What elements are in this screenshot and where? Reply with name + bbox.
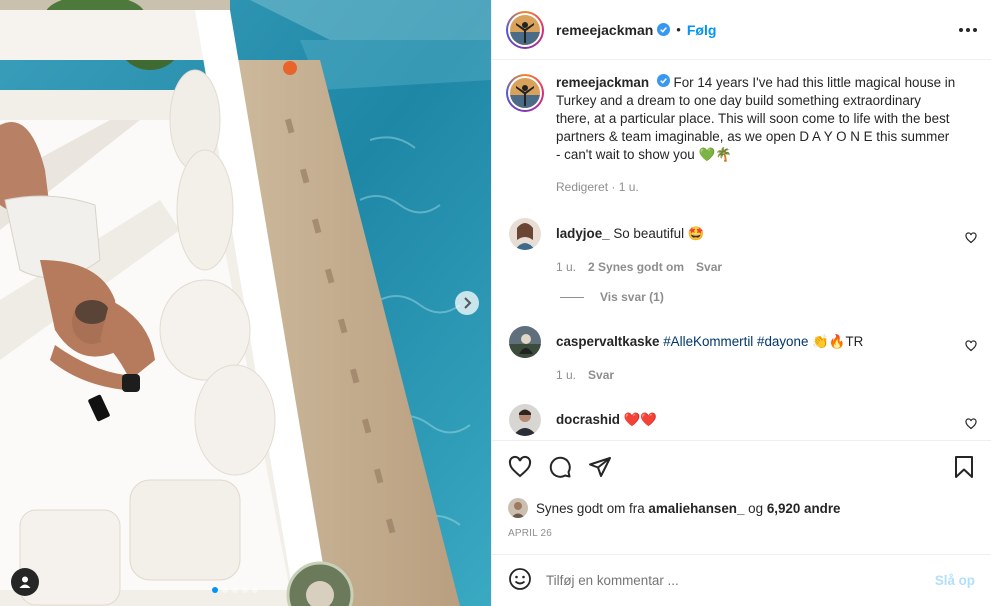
- follow-button[interactable]: Følg: [687, 22, 717, 38]
- commenter-avatar[interactable]: [509, 326, 541, 358]
- caption-username[interactable]: remeejackman: [556, 75, 649, 90]
- avatar-image: [509, 326, 541, 358]
- comment-item: ladyjoe_ So beautiful 🤩 1 u. 2 Synes god…: [506, 218, 977, 274]
- heart-icon[interactable]: [965, 232, 977, 247]
- likes-summary: Synes godt om fra amaliehansen_ og 6,920…: [508, 498, 975, 518]
- share-button[interactable]: [588, 455, 612, 482]
- avatar-image: [510, 78, 540, 108]
- carousel-dot: [252, 587, 258, 593]
- carousel-dot: [242, 587, 248, 593]
- comment-text: So beautiful 🤩: [613, 226, 705, 241]
- save-button[interactable]: [953, 455, 975, 482]
- carousel-indicator: [212, 587, 258, 593]
- comment-text: ❤️❤️: [623, 412, 658, 427]
- post-photo[interactable]: [0, 0, 491, 606]
- comment-username[interactable]: ladyjoe_: [556, 226, 610, 241]
- author-avatar[interactable]: [506, 10, 544, 49]
- share-icon: [589, 457, 611, 477]
- post-details-panel: remeejackman • Følg remeejackman For 14 …: [491, 0, 991, 606]
- heart-icon[interactable]: [965, 418, 977, 433]
- user-tag-icon: [19, 576, 31, 588]
- emoji-button[interactable]: [508, 567, 532, 594]
- like-button[interactable]: [508, 455, 532, 482]
- view-replies-button[interactable]: Vis svar (1): [560, 290, 977, 304]
- comment-item: docrashid ❤️❤️: [506, 404, 977, 436]
- view-replies-label: Vis svar (1): [600, 290, 664, 304]
- more-options-button[interactable]: [959, 27, 977, 32]
- commenter-avatar[interactable]: [509, 404, 541, 436]
- tagged-users-button[interactable]: [11, 568, 39, 596]
- post-date[interactable]: APRIL 26: [508, 528, 975, 539]
- likes-others[interactable]: 6,920 andre: [767, 501, 841, 516]
- add-comment-bar: Slå op: [492, 554, 991, 606]
- carousel-dot: [232, 587, 238, 593]
- avatar-image: [509, 218, 541, 250]
- avatar-image: [508, 498, 528, 518]
- post-comment-button[interactable]: Slå op: [935, 573, 975, 588]
- hashtag-link[interactable]: #dayone: [757, 334, 808, 349]
- comment-item: caspervaltkaske #AlleKommertil #dayone 👏…: [506, 326, 977, 382]
- post-modal: remeejackman • Følg remeejackman For 14 …: [0, 0, 991, 606]
- post-actions: Synes godt om fra amaliehansen_ og 6,920…: [492, 440, 991, 554]
- likes-prefix: Synes godt om fra: [536, 500, 645, 516]
- photo-scene: [0, 0, 491, 606]
- next-image-button[interactable]: [455, 291, 479, 315]
- post-header: remeejackman • Følg: [492, 0, 991, 60]
- comment-time[interactable]: 1 u.: [556, 260, 576, 274]
- liker-username[interactable]: amaliehansen_: [648, 501, 744, 516]
- bookmark-icon: [955, 456, 973, 478]
- emoji-icon: [509, 568, 531, 590]
- more-icon-dot: [973, 27, 977, 32]
- comment-username[interactable]: caspervaltkaske: [556, 334, 660, 349]
- comment-username[interactable]: docrashid: [556, 412, 620, 427]
- heart-icon[interactable]: [965, 340, 977, 355]
- chevron-right-icon: [464, 297, 472, 309]
- heart-icon: [508, 455, 532, 478]
- reply-button[interactable]: Svar: [588, 368, 614, 382]
- comment-likes[interactable]: 2 Synes godt om: [588, 260, 684, 274]
- comment-emoji: 👏🔥TR: [812, 334, 864, 349]
- verified-icon: [657, 23, 671, 36]
- liker-avatar[interactable]: [508, 498, 528, 518]
- caption-meta: Redigeret · 1 u.: [556, 180, 639, 194]
- comment-time[interactable]: 1 u.: [556, 368, 576, 382]
- verified-icon: [656, 74, 670, 87]
- comment-button[interactable]: [548, 455, 572, 482]
- author-username[interactable]: remeejackman: [556, 22, 653, 38]
- comment-input[interactable]: [546, 573, 935, 588]
- replies-line: [560, 296, 584, 298]
- hashtag-link[interactable]: #AlleKommertil: [663, 334, 753, 349]
- post-caption: remeejackman For 14 years I've had this …: [506, 74, 977, 196]
- comments-section[interactable]: remeejackman For 14 years I've had this …: [492, 60, 991, 440]
- likes-connector: og: [748, 500, 764, 516]
- comment-icon: [549, 456, 571, 478]
- more-icon-dot: [966, 27, 970, 32]
- carousel-dot: [212, 587, 218, 593]
- avatar-image: [510, 14, 540, 45]
- more-icon: [959, 27, 963, 32]
- carousel-dot: [222, 587, 228, 593]
- reply-button[interactable]: Svar: [696, 260, 722, 274]
- separator-dot: •: [676, 22, 681, 37]
- caption-author-avatar[interactable]: [506, 74, 544, 112]
- commenter-avatar[interactable]: [509, 218, 541, 250]
- avatar-image: [509, 404, 541, 436]
